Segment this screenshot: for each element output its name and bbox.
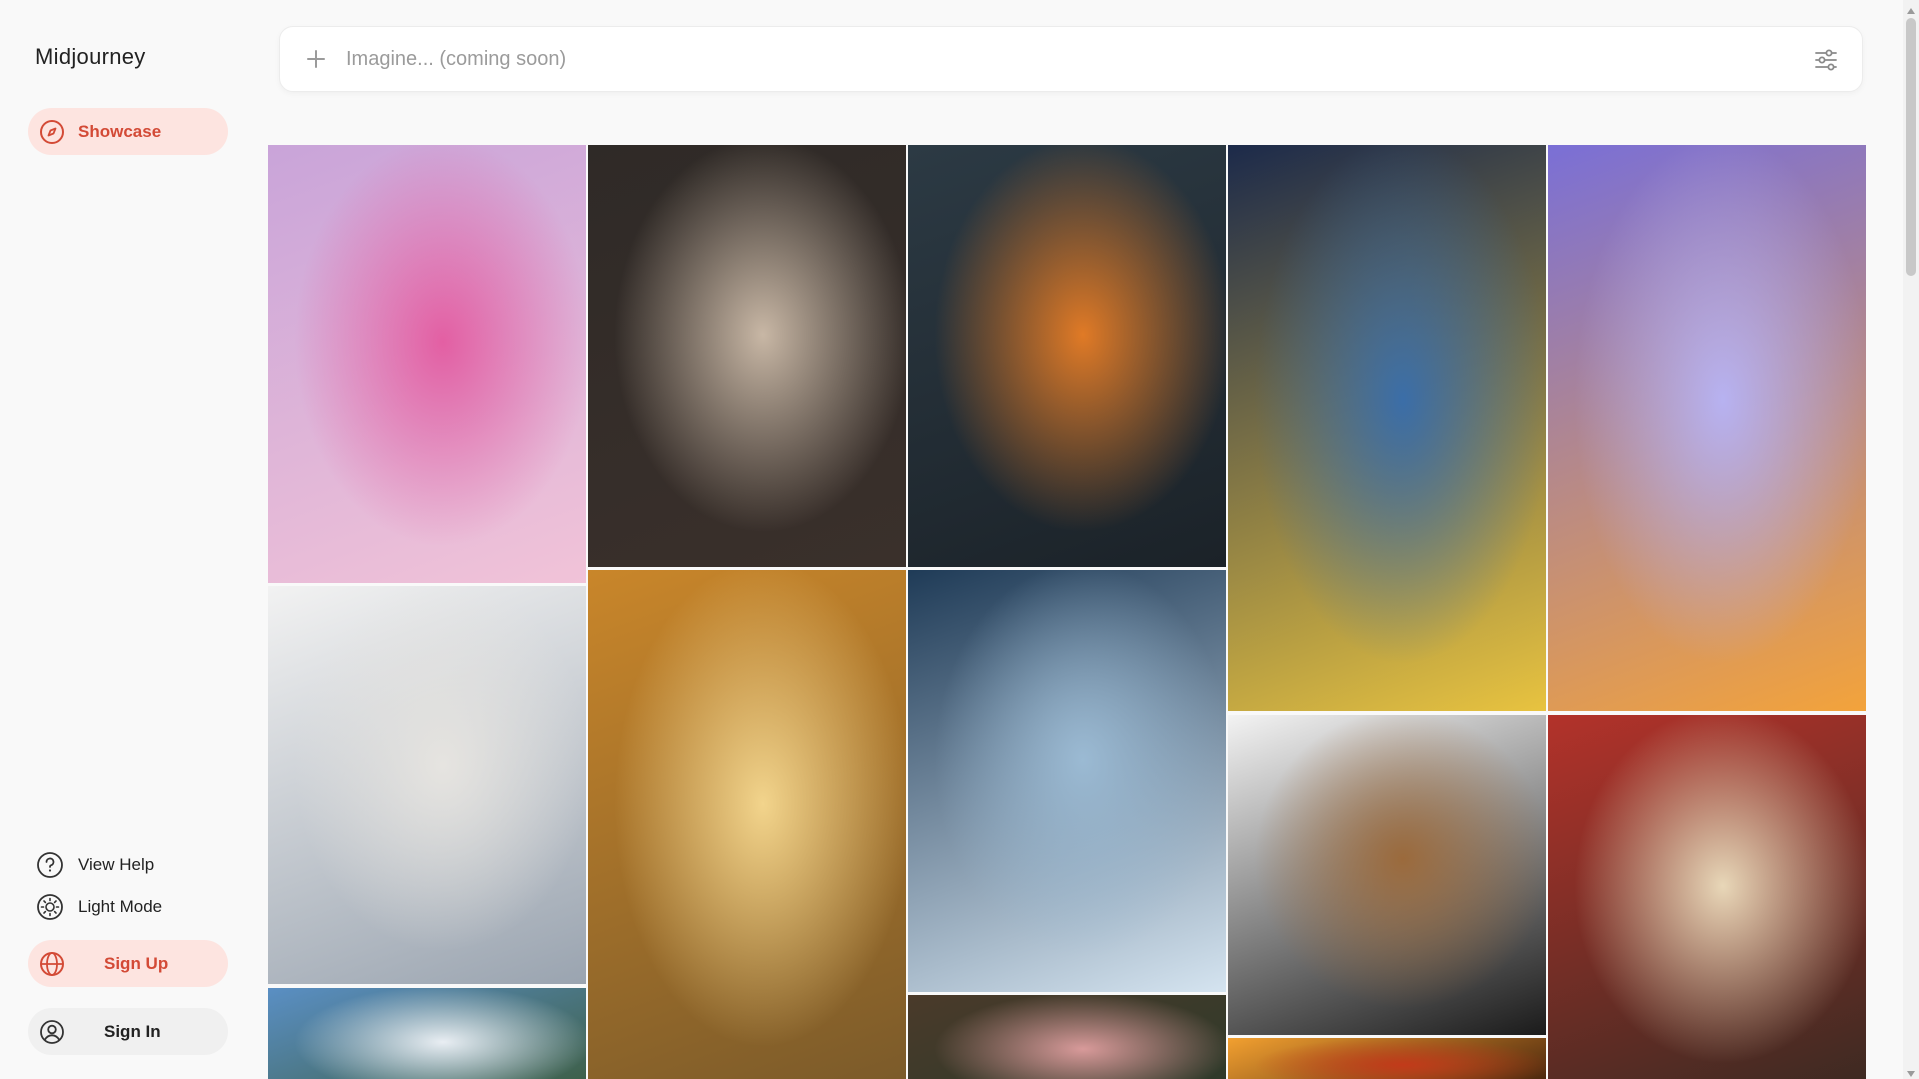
sun-icon [36, 893, 64, 921]
gallery-image-crystal-skeleton-flowers[interactable] [268, 145, 586, 583]
scroll-up-arrow-icon[interactable] [1906, 3, 1916, 14]
scroll-down-arrow-icon[interactable] [1906, 1066, 1916, 1077]
gallery-image-golden-camellia-flowers[interactable] [588, 570, 906, 1079]
imagine-input[interactable] [346, 47, 1746, 71]
imagine-bar [279, 26, 1863, 92]
sidebar: Midjourney Showcase View Help Light Mode… [0, 0, 250, 1079]
plus-icon[interactable] [302, 45, 330, 73]
help-circle-icon [36, 851, 64, 879]
scrollbar[interactable] [1903, 0, 1919, 1079]
view-help-button[interactable]: View Help [36, 851, 154, 879]
sign-up-label: Sign Up [104, 953, 169, 973]
gallery-image-snowy-mountain-landscape[interactable] [268, 988, 586, 1079]
gallery-image-roses-and-hair-portrait[interactable] [908, 995, 1226, 1079]
gallery-image-samurai-on-white-horse[interactable] [1548, 715, 1866, 1079]
sign-up-button[interactable]: Sign Up [28, 940, 228, 987]
compass-icon [38, 118, 66, 146]
brand-logo[interactable]: Midjourney [35, 44, 146, 70]
gallery-image-cartoon-bedroom-with-clock[interactable] [1548, 145, 1866, 711]
gallery-image-robot-leopard-astronaut[interactable] [908, 145, 1226, 567]
gallery-image-bear-what-are-you-looking-sticker[interactable] [1228, 715, 1546, 1035]
light-mode-label: Light Mode [78, 897, 163, 916]
gallery-image-basketball-players-collage[interactable] [1228, 145, 1546, 711]
gallery-image-sports-car-in-water-hall[interactable] [908, 570, 1226, 992]
gallery-image-woman-working-on-laptop[interactable] [268, 586, 586, 984]
globe-icon [38, 950, 66, 978]
sign-in-button[interactable]: Sign In [28, 1008, 228, 1055]
showcase-gallery [268, 145, 1871, 1079]
sidebar-item-showcase[interactable]: Showcase [28, 108, 228, 155]
settings-sliders-icon[interactable] [1812, 46, 1840, 79]
sign-in-label: Sign In [104, 1021, 161, 1041]
scrollbar-thumb[interactable] [1906, 18, 1916, 276]
view-help-label: View Help [78, 855, 155, 874]
app-root: Midjourney Showcase View Help Light Mode… [0, 0, 1919, 1079]
sidebar-item-label: Showcase [78, 121, 162, 141]
light-mode-toggle[interactable]: Light Mode [36, 893, 162, 921]
gallery-image-crow-on-moon-poster[interactable] [588, 145, 906, 567]
user-circle-icon [38, 1018, 66, 1046]
gallery-image-fire-warm-scene[interactable] [1228, 1038, 1546, 1079]
